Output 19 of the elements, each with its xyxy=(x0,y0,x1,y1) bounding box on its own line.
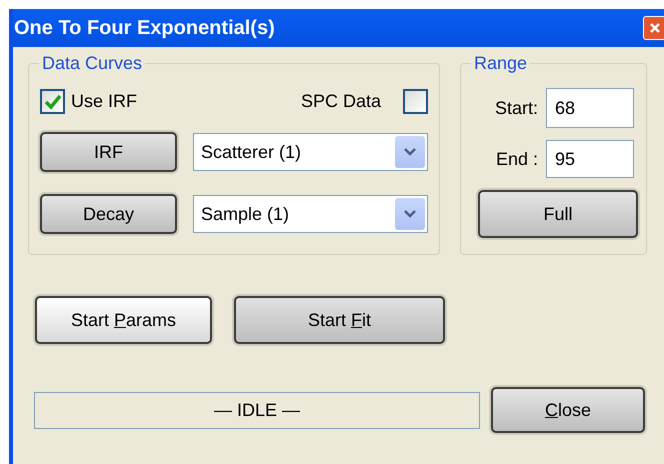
field-label: End : xyxy=(494,148,539,170)
curve-button[interactable]: Decay xyxy=(40,194,178,234)
checkbox[interactable] xyxy=(403,89,428,114)
action-button[interactable]: Start Fit xyxy=(234,296,445,344)
checkbox-label: Use IRF xyxy=(71,90,138,113)
full-button[interactable]: Full xyxy=(478,190,638,238)
close-button[interactable]: Close xyxy=(491,387,645,433)
close-icon[interactable] xyxy=(643,16,664,40)
action-button[interactable]: Start Params xyxy=(35,296,212,344)
start-field[interactable]: 68 xyxy=(546,88,634,128)
field-label: Start: xyxy=(494,96,539,120)
curve-button[interactable]: IRF xyxy=(40,132,178,172)
end-field[interactable]: 95 xyxy=(546,140,634,178)
checkbox[interactable] xyxy=(40,89,65,114)
window-title: One To Four Exponential(s) xyxy=(14,16,276,41)
status-text: — IDLE — xyxy=(34,392,480,428)
checkbox-label: SPC Data xyxy=(300,90,381,113)
dropdown[interactable]: Sample (1) xyxy=(193,195,428,233)
dropdown[interactable]: Scatterer (1) xyxy=(193,133,428,171)
